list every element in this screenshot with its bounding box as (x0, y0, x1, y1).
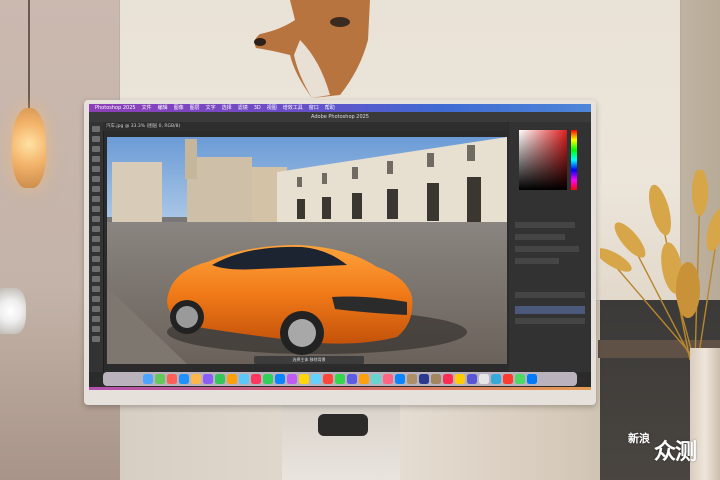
tool-icon[interactable] (92, 266, 100, 272)
dock-app-icon[interactable] (191, 374, 201, 384)
dock-app-icon[interactable] (179, 374, 189, 384)
dock-app-icon[interactable] (443, 374, 453, 384)
menu-item[interactable]: 选择 (222, 104, 232, 112)
desk-lamp (0, 288, 26, 334)
properties-row (515, 258, 559, 264)
tool-icon[interactable] (92, 186, 100, 192)
tool-icon[interactable] (92, 256, 100, 262)
tool-icon[interactable] (92, 156, 100, 162)
menu-item[interactable]: 图层 (190, 104, 200, 112)
dock-app-icon[interactable] (467, 374, 477, 384)
hue-slider[interactable] (571, 130, 577, 190)
tool-icon[interactable] (92, 286, 100, 292)
properties-row (515, 234, 565, 240)
dock-app-icon[interactable] (503, 374, 513, 384)
watermark-small: 新浪 (628, 432, 650, 445)
lamp-cord (28, 0, 30, 110)
dock-app-icon[interactable] (251, 374, 261, 384)
menu-item[interactable]: 3D (254, 104, 261, 112)
document-tab-label: 汽车.jpg @ 33.3% (图层 0, RGB/8) (106, 124, 181, 129)
photoshop-toolbar[interactable] (89, 122, 104, 372)
contextual-task-bar[interactable]: 选择主体 移除背景 (254, 356, 364, 364)
document-tab[interactable]: 汽车.jpg @ 33.3% (图层 0, RGB/8) (103, 122, 508, 131)
tool-icon[interactable] (92, 236, 100, 242)
tool-icon[interactable] (92, 336, 100, 342)
deer-illustration (254, 0, 370, 98)
properties-row (515, 246, 579, 252)
watermark: 新浪 众测 (624, 430, 720, 470)
dock-app-icon[interactable] (167, 374, 177, 384)
menu-item[interactable]: 增效工具 (283, 104, 303, 112)
layer-row[interactable] (515, 318, 585, 324)
menu-item[interactable]: 窗口 (309, 104, 319, 112)
tool-icon[interactable] (92, 166, 100, 172)
dock-app-icon[interactable] (515, 374, 525, 384)
monitor-screen: Photoshop 2025 文件 编辑 图像 图层 文字 选择 滤镜 3D 视图 增效工具 窗口 帮助… (89, 104, 591, 390)
mac-menu-bar: Photoshop 2025 文件 编辑 图像 图层 文字 选择 滤镜 3D 视图 增效工具 窗口 帮助 (89, 104, 591, 112)
menu-item[interactable]: 文字 (206, 104, 216, 112)
properties-row (515, 222, 575, 228)
dock-app-icon[interactable] (359, 374, 369, 384)
selected-layer[interactable] (515, 306, 585, 314)
dock-app-icon[interactable] (215, 374, 225, 384)
dock-app-icon[interactable] (155, 374, 165, 384)
menu-item[interactable]: 帮助 (325, 104, 335, 112)
dock-app-icon[interactable] (263, 374, 273, 384)
menu-item[interactable]: 编辑 (158, 104, 168, 112)
dock-app-icon[interactable] (407, 374, 417, 384)
dock-app-icon[interactable] (419, 374, 429, 384)
tool-icon[interactable] (92, 206, 100, 212)
dock-app-icon[interactable] (239, 374, 249, 384)
wheat-bouquet (600, 170, 720, 360)
tool-icon[interactable] (92, 216, 100, 222)
dock-app-icon[interactable] (431, 374, 441, 384)
tool-icon[interactable] (92, 226, 100, 232)
dock-app-icon[interactable] (203, 374, 213, 384)
dock-app-icon[interactable] (395, 374, 405, 384)
tool-icon[interactable] (92, 306, 100, 312)
dock-app-icon[interactable] (311, 374, 321, 384)
dock-app-icon[interactable] (227, 374, 237, 384)
tool-icon[interactable] (92, 136, 100, 142)
menu-item[interactable]: 视图 (267, 104, 277, 112)
dock-app-icon[interactable] (323, 374, 333, 384)
tool-icon[interactable] (92, 176, 100, 182)
tool-icon[interactable] (92, 316, 100, 322)
layers-header (515, 292, 585, 298)
tool-icon[interactable] (92, 326, 100, 332)
watermark-brand: 众测 (654, 440, 697, 465)
dock-app-icon[interactable] (383, 374, 393, 384)
tool-icon[interactable] (92, 146, 100, 152)
dock-app-icon[interactable] (479, 374, 489, 384)
tool-icon[interactable] (92, 246, 100, 252)
menu-item[interactable]: 图像 (174, 104, 184, 112)
dock-app-icon[interactable] (455, 374, 465, 384)
color-picker-field[interactable] (519, 130, 567, 190)
tool-icon[interactable] (92, 126, 100, 132)
app-title: Adobe Photoshop 2025 (311, 114, 369, 120)
pendant-bulb (12, 108, 46, 188)
dock-app-icon[interactable] (347, 374, 357, 384)
tool-icon[interactable] (92, 296, 100, 302)
tool-icon[interactable] (92, 276, 100, 282)
menu-item[interactable]: 文件 (142, 104, 152, 112)
dock-app-icon[interactable] (143, 374, 153, 384)
screen-wallpaper-edge (89, 387, 591, 390)
monitor: Photoshop 2025 文件 编辑 图像 图层 文字 选择 滤镜 3D 视图 增效工具 窗口 帮助… (84, 100, 596, 405)
stand-cable-hole (318, 414, 368, 436)
dock-app-icon[interactable] (275, 374, 285, 384)
dock-app-icon[interactable] (287, 374, 297, 384)
menu-item[interactable]: Photoshop 2025 (95, 104, 136, 112)
tool-icon[interactable] (92, 196, 100, 202)
mac-dock[interactable] (103, 372, 577, 386)
dock-app-icon[interactable] (371, 374, 381, 384)
dock-app-icon[interactable] (491, 374, 501, 384)
photoshop-right-panels[interactable] (509, 122, 591, 372)
dock-app-icon[interactable] (335, 374, 345, 384)
photo-canvas-car-in-piazza (107, 137, 507, 364)
dock-app-icon[interactable] (299, 374, 309, 384)
dock-app-icon[interactable] (527, 374, 537, 384)
menu-item[interactable]: 滤镜 (238, 104, 248, 112)
